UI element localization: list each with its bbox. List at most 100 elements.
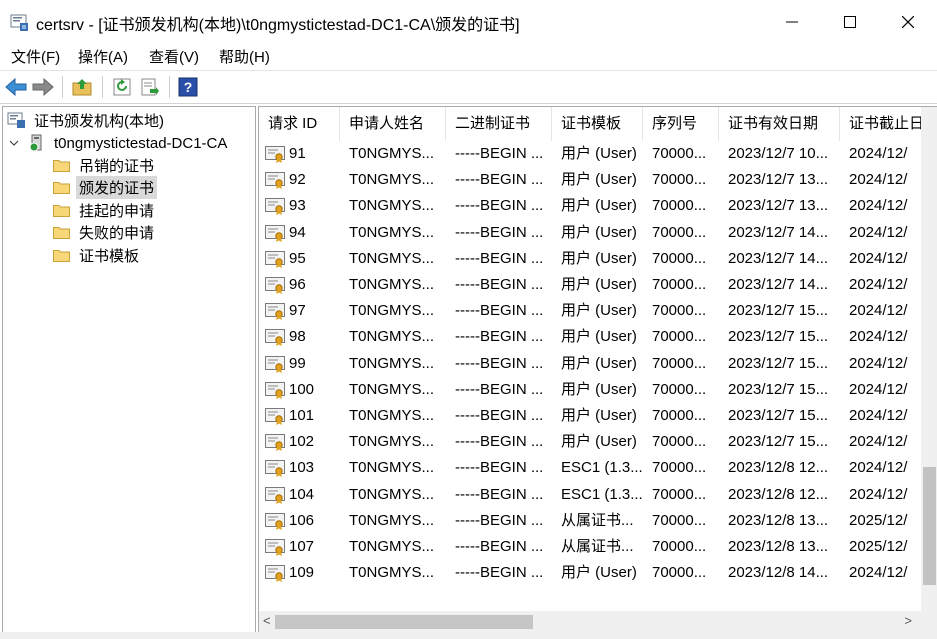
certificate-list[interactable]: 请求 ID 申请人姓名 二进制证书 证书模板 序列号 证书有效日期 证书截止日期… <box>258 106 937 634</box>
cell-template: 用户 (User) <box>561 276 637 293</box>
cell-binary-cert: -----BEGIN ... <box>455 380 544 398</box>
scroll-left-arrow-icon[interactable]: < <box>263 613 271 628</box>
cell-serial: 70000... <box>652 380 707 398</box>
minimize-button[interactable] <box>762 0 822 44</box>
table-row[interactable]: 96 T0NGMYS... -----BEGIN ... 用户 (User) 70000… <box>259 272 937 298</box>
back-arrow-icon <box>5 78 27 96</box>
table-row[interactable]: 95 T0NGMYS... -----BEGIN ... 用户 (User) 70000… <box>259 246 937 272</box>
cell-binary-cert: -----BEGIN ... <box>455 407 544 424</box>
column-header-binary-cert[interactable]: 二进制证书 <box>446 107 552 141</box>
close-button[interactable] <box>878 0 937 44</box>
cell-requester: T0NGMYS... <box>349 223 435 241</box>
table-row[interactable]: 91 T0NGMYS... -----BEGIN ... 用户 (User) 70000… <box>259 141 937 167</box>
export-list-button[interactable] <box>138 75 162 99</box>
forward-button[interactable] <box>31 75 55 99</box>
menu-help[interactable]: 帮助(H) <box>219 46 270 67</box>
tree-root[interactable]: 证书颁发机构(本地) <box>7 109 167 131</box>
title-bar[interactable]: certsrv - [证书颁发机构(本地)\t0ngmystictestad-D… <box>0 0 937 44</box>
cell-serial: 70000... <box>652 459 707 477</box>
up-folder-icon <box>72 79 92 96</box>
table-row[interactable]: 94 T0NGMYS... -----BEGIN ... 用户 (User) 70000… <box>259 220 937 246</box>
cell-requester: T0NGMYS... <box>349 564 435 582</box>
tree-ca-node[interactable]: t0ngmystictestad-DC1-CA <box>9 132 230 154</box>
cell-serial: 70000... <box>652 485 707 503</box>
column-header-valid-from[interactable]: 证书有效日期 <box>719 107 840 141</box>
cell-binary-cert: -----BEGIN ... <box>455 171 544 189</box>
cell-request-id: 107 <box>289 538 315 555</box>
tree-folder-templates[interactable]: 证书模板 <box>53 244 142 266</box>
cell-requester: T0NGMYS... <box>349 538 435 555</box>
cell-requester: T0NGMYS... <box>349 380 435 398</box>
maximize-button[interactable] <box>820 0 880 44</box>
cell-binary-cert: -----BEGIN ... <box>455 223 544 241</box>
cell-binary-cert: -----BEGIN ... <box>455 485 544 503</box>
cell-valid-from: 2023/12/7 15... <box>728 407 829 424</box>
toolbar-separator <box>62 76 63 98</box>
table-row[interactable]: 100 T0NGMYS... -----BEGIN ... 用户 (User) 7000… <box>259 377 937 403</box>
console-tree[interactable]: 证书颁发机构(本地) t0ngmystictestad-DC1-CA 吊销的证书… <box>2 106 256 634</box>
help-icon: ? <box>178 77 198 97</box>
toolbar-separator <box>169 76 170 98</box>
tree-folder-issued[interactable]: 颁发的证书 <box>53 175 158 199</box>
cell-request-id: 92 <box>289 171 306 189</box>
svg-text:?: ? <box>184 79 193 95</box>
table-row[interactable]: 98 T0NGMYS... -----BEGIN ... 用户 (User) 70000… <box>259 324 937 350</box>
table-row[interactable]: 93 T0NGMYS... -----BEGIN ... 用户 (User) 70000… <box>259 193 937 219</box>
help-button[interactable]: ? <box>176 75 200 99</box>
cell-serial: 70000... <box>652 433 707 451</box>
cell-valid-from: 2023/12/7 15... <box>728 328 829 346</box>
horizontal-scrollbar[interactable]: < > <box>259 611 937 633</box>
cell-request-id: 100 <box>289 380 315 398</box>
table-row[interactable]: 101 T0NGMYS... -----BEGIN ... 用户 (User) 7000… <box>259 403 937 429</box>
cell-requester: T0NGMYS... <box>349 485 435 503</box>
refresh-button[interactable] <box>110 75 134 99</box>
vertical-scrollbar[interactable] <box>921 107 937 611</box>
table-row[interactable]: 104 T0NGMYS... -----BEGIN ... ESC1 (1.3....… <box>259 482 937 508</box>
column-header-requester[interactable]: 申请人姓名 <box>340 107 446 141</box>
cell-binary-cert: -----BEGIN ... <box>455 459 544 477</box>
back-button[interactable] <box>4 75 28 99</box>
scroll-right-arrow-icon[interactable]: > <box>904 613 912 628</box>
cell-request-id: 97 <box>289 302 306 320</box>
cell-serial: 70000... <box>652 328 707 346</box>
cell-template: ESC1 (1.3.... <box>561 485 643 503</box>
tree-folder-failed[interactable]: 失败的申请 <box>53 221 157 243</box>
cell-valid-from: 2023/12/8 12... <box>728 459 829 477</box>
tree-folder-revoked[interactable]: 吊销的证书 <box>53 154 157 176</box>
table-row[interactable]: 92 T0NGMYS... -----BEGIN ... 用户 (User) 70000… <box>259 167 937 193</box>
up-level-button[interactable] <box>71 75 95 99</box>
table-row[interactable]: 103 T0NGMYS... -----BEGIN ... ESC1 (1.3....… <box>259 455 937 481</box>
ca-server-icon <box>29 134 42 152</box>
column-header-request-id[interactable]: 请求 ID <box>259 107 340 141</box>
tree-folder-label: 证书模板 <box>79 247 140 265</box>
table-row[interactable]: 107 T0NGMYS... -----BEGIN ... 从属证书... 70000.… <box>259 534 937 560</box>
vertical-scroll-thumb[interactable] <box>923 467 936 585</box>
menu-file[interactable]: 文件(F) <box>11 46 60 67</box>
window-title: certsrv - [证书颁发机构(本地)\t0ngmystictestad-D… <box>36 17 520 34</box>
horizontal-scroll-thumb[interactable] <box>275 615 533 629</box>
cell-template: 用户 (User) <box>561 171 637 189</box>
chevron-down-icon[interactable] <box>9 138 19 148</box>
table-row[interactable]: 109 T0NGMYS... -----BEGIN ... 用户 (User) 7000… <box>259 560 937 586</box>
close-icon <box>902 16 914 28</box>
table-row[interactable]: 99 T0NGMYS... -----BEGIN ... 用户 (User) 70000… <box>259 351 937 377</box>
cell-valid-from: 2023/12/7 15... <box>728 380 829 398</box>
column-header-serial[interactable]: 序列号 <box>643 107 719 141</box>
cell-requester: T0NGMYS... <box>349 249 435 267</box>
menu-action[interactable]: 操作(A) <box>78 46 128 67</box>
table-row[interactable]: 102 T0NGMYS... -----BEGIN ... 用户 (User) 7000… <box>259 429 937 455</box>
tree-folder-label: 吊销的证书 <box>79 157 155 175</box>
table-row[interactable]: 97 T0NGMYS... -----BEGIN ... 用户 (User) 70000… <box>259 298 937 324</box>
column-header-template[interactable]: 证书模板 <box>552 107 643 141</box>
toolbar: ? <box>0 70 937 104</box>
cell-binary-cert: -----BEGIN ... <box>455 511 544 529</box>
tree-ca-label: t0ngmystictestad-DC1-CA <box>54 134 228 152</box>
cell-serial: 70000... <box>652 197 707 215</box>
cell-template: 用户 (User) <box>561 197 637 215</box>
cell-requester: T0NGMYS... <box>349 302 435 320</box>
tree-folder-pending[interactable]: 挂起的申请 <box>53 199 157 221</box>
table-row[interactable]: 106 T0NGMYS... -----BEGIN ... 从属证书... 70000.… <box>259 508 937 534</box>
menu-view[interactable]: 查看(V) <box>149 46 199 67</box>
cell-serial: 70000... <box>652 564 707 582</box>
minimize-icon <box>786 21 798 23</box>
